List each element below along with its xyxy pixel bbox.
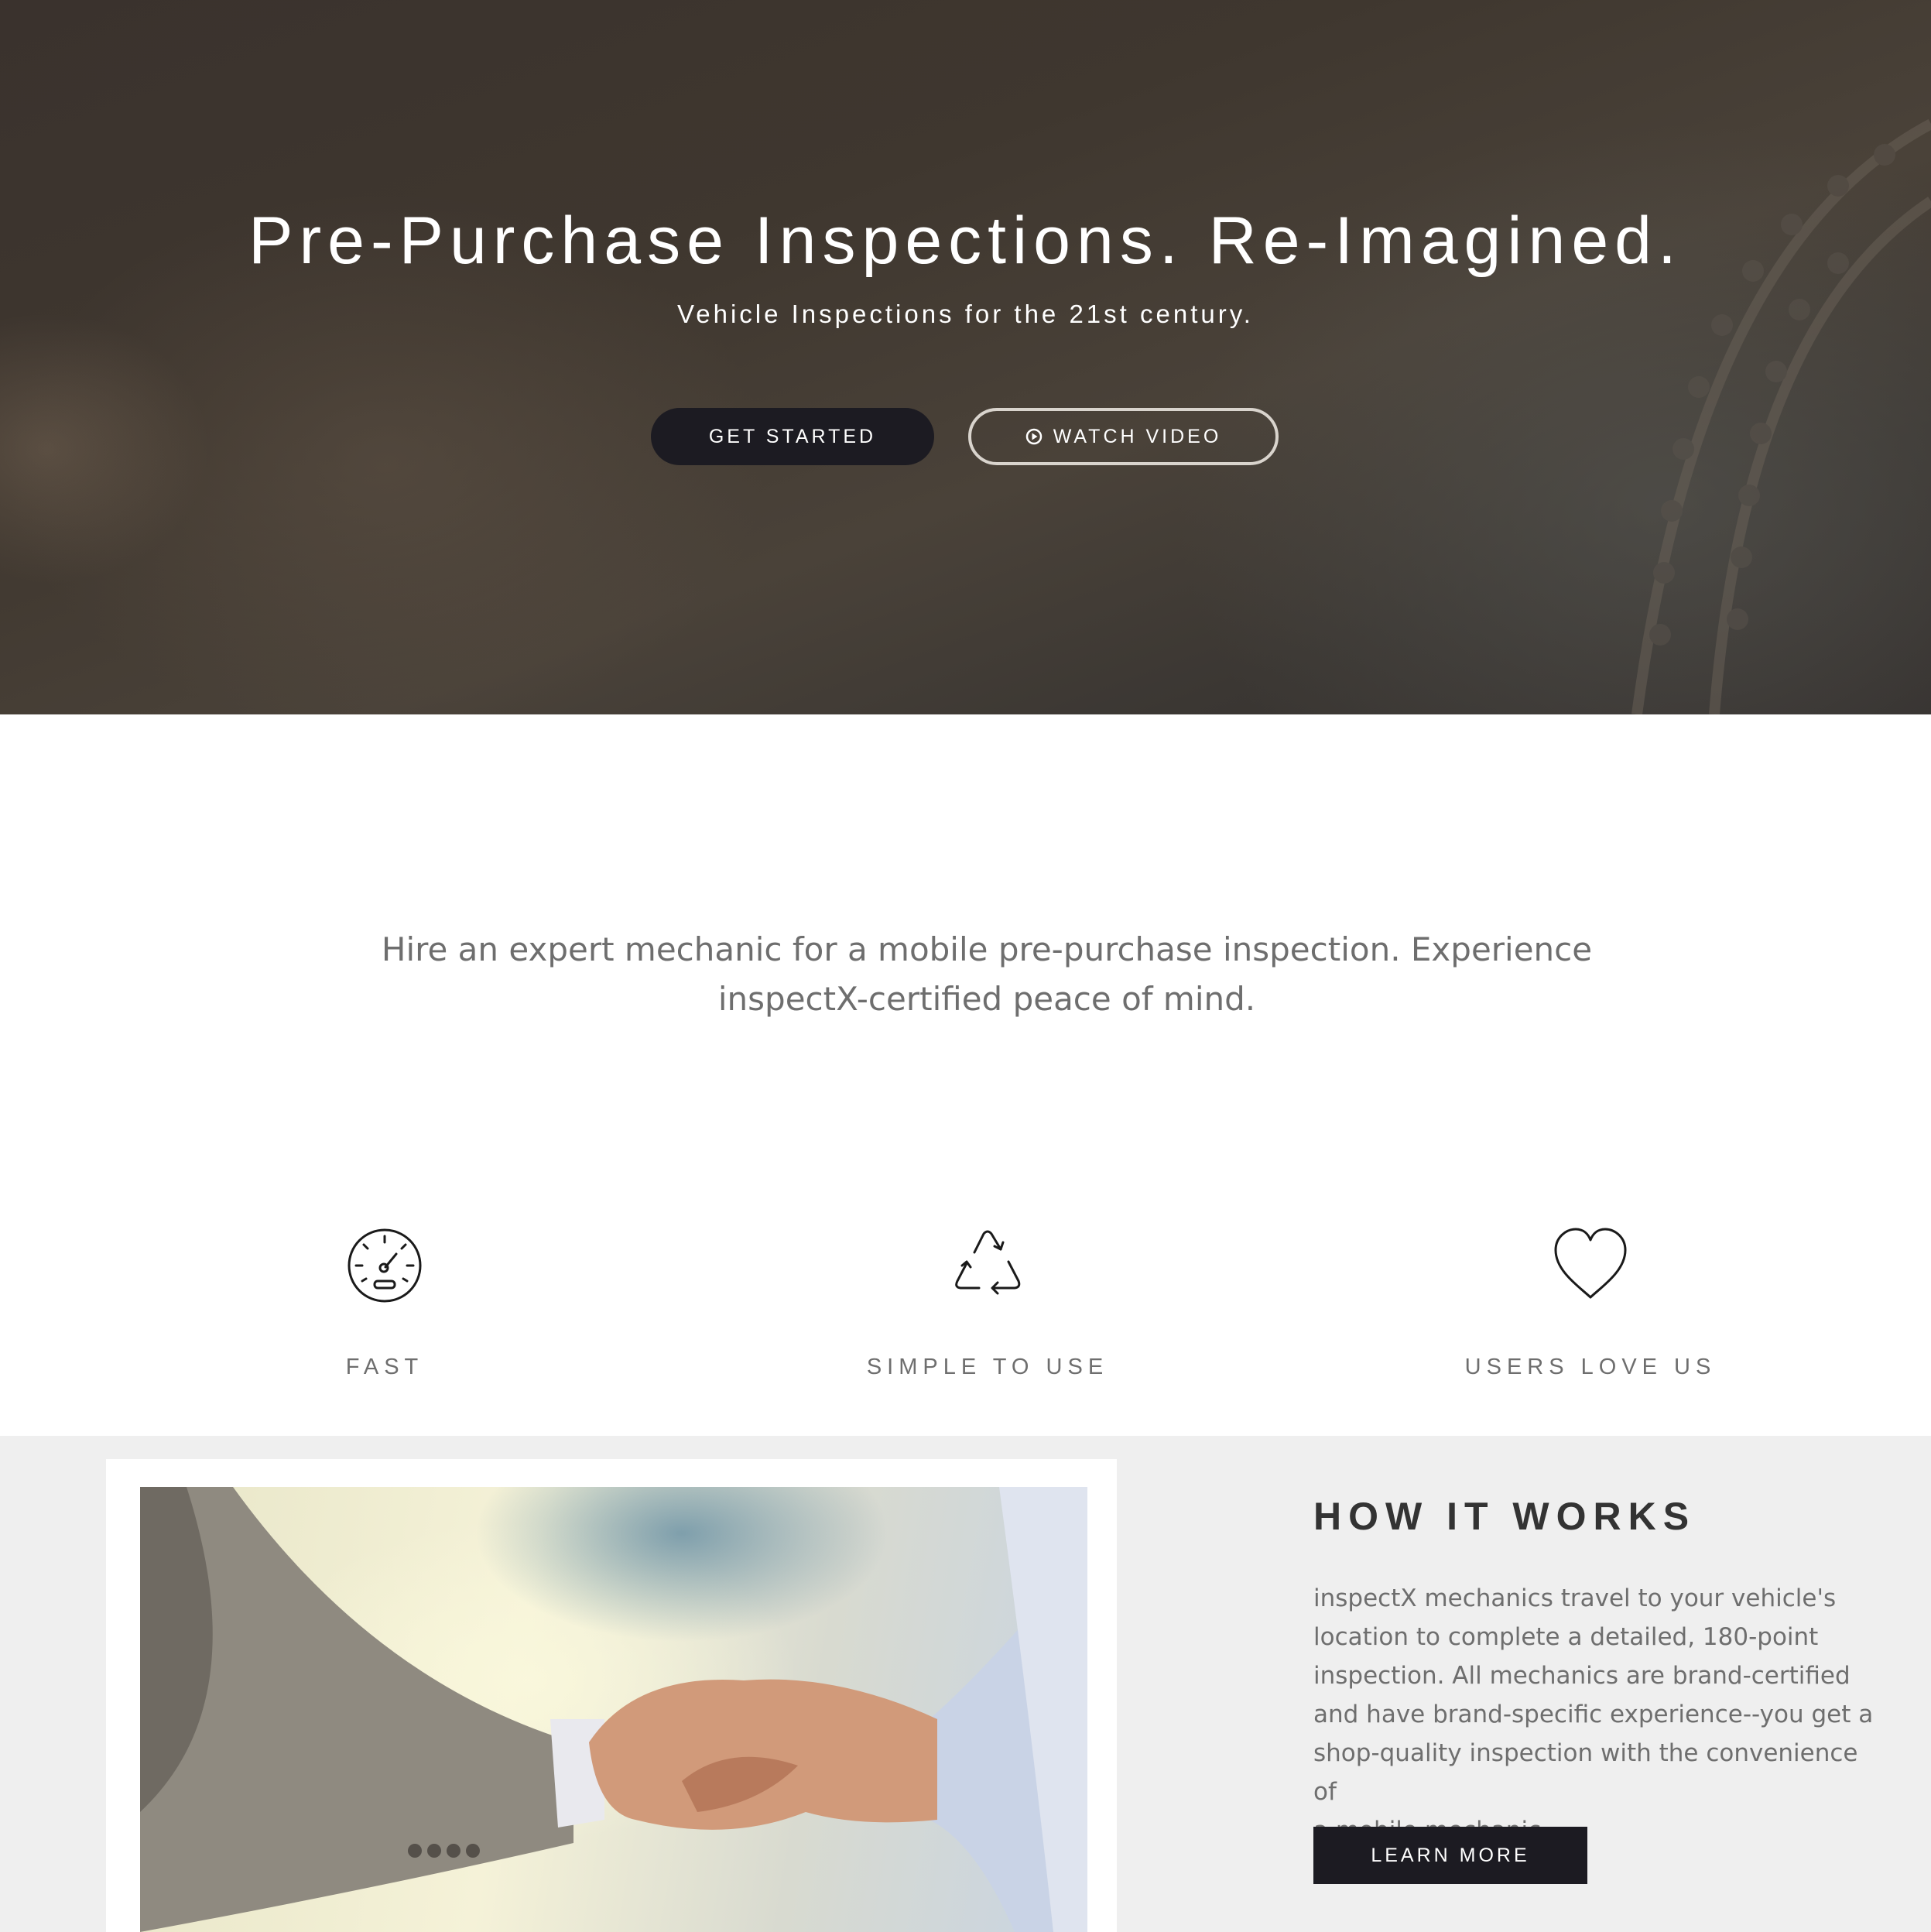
hero-title: Pre-Purchase Inspections. Re-Imagined. [248,204,1683,278]
play-circle-icon [1025,428,1042,445]
feature-simple: SIMPLE TO USE [755,1223,1220,1380]
feature-label-simple: SIMPLE TO USE [866,1355,1109,1379]
photo-card [106,1459,1117,1932]
feature-users-love: USERS LOVE US [1358,1223,1823,1380]
learn-more-label: LEARN MORE [1371,1844,1530,1866]
watch-video-button[interactable]: WATCH VIDEO [968,408,1279,465]
get-started-button[interactable]: GET STARTED [651,408,934,465]
heart-icon [1554,1228,1627,1299]
how-text-line-4: and have brand-specific experience--you … [1313,1701,1874,1728]
how-it-works-text: inspectX mechanics travel to your vehicl… [1313,1579,1886,1850]
how-text-line-1: inspectX mechanics travel to your vehicl… [1313,1584,1837,1612]
handshake-photo [140,1487,1087,1932]
feature-label-fast: FAST [345,1355,424,1379]
intro-line-1: Hire an expert mechanic for a mobile pre… [381,930,1593,968]
get-started-label: GET STARTED [708,425,877,447]
feature-label-users-love: USERS LOVE US [1464,1355,1717,1379]
recycle-icon [955,1230,1021,1295]
speedometer-icon [348,1228,422,1303]
how-text-line-2: location to complete a detailed, 180-poi… [1313,1623,1819,1651]
how-text-line-5: shop-quality inspection with the conveni… [1313,1739,1858,1806]
watch-video-label: WATCH VIDEO [1053,425,1222,447]
handshake-illustration [140,1487,1087,1932]
learn-more-button[interactable]: LEARN MORE [1313,1827,1587,1884]
chain-background-graphic [1631,118,1931,714]
how-it-works-title: HOW IT WORKS [1313,1495,1696,1538]
hero-subtitle: Vehicle Inspections for the 21st century… [677,300,1254,328]
intro-line-2: inspectX-certified peace of mind. [717,980,1256,1018]
how-text-line-3: inspection. All mechanics are brand-cert… [1313,1662,1851,1690]
hero-section: Pre-Purchase Inspections. Re-Imagined. V… [0,0,1931,714]
feature-fast: FAST [152,1223,617,1380]
intro-text: Hire an expert mechanic for a mobile pre… [348,925,1625,1024]
